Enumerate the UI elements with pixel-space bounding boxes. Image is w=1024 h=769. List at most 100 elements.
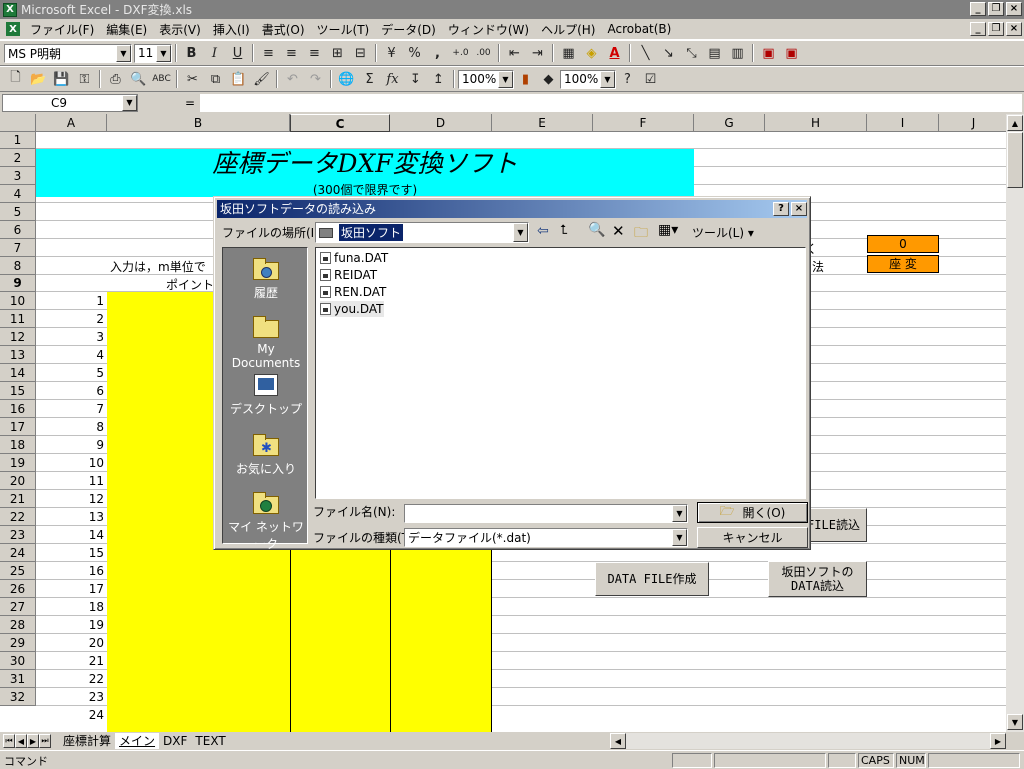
row-header[interactable]: 5 xyxy=(0,203,36,221)
search-web-icon[interactable]: 🔍 xyxy=(588,222,605,238)
line-icon[interactable]: ╲ xyxy=(634,42,657,64)
row-header[interactable]: 1 xyxy=(0,132,36,149)
font-color-icon[interactable]: A xyxy=(603,42,626,64)
paste-icon[interactable]: 📋 xyxy=(227,68,250,90)
column-header-c[interactable]: C xyxy=(290,114,390,132)
hyperlink-icon[interactable]: 🌐 xyxy=(335,68,358,90)
copy-icon[interactable]: ⧉ xyxy=(204,68,227,90)
vertical-scrollbar[interactable]: ▲ ▼ xyxy=(1006,114,1024,732)
row-header[interactable]: 24 xyxy=(0,544,36,562)
menu-insert[interactable]: 挿入(I) xyxy=(207,21,256,38)
row-header[interactable]: 28 xyxy=(0,616,36,634)
comma-button[interactable]: , xyxy=(426,42,449,64)
double-arrow-icon[interactable]: ⤡ xyxy=(680,42,703,64)
scroll-up-icon[interactable]: ▲ xyxy=(1007,115,1023,131)
column-header-j[interactable]: J xyxy=(939,114,1006,132)
row-header[interactable]: 8 xyxy=(0,257,36,275)
scroll-left-icon[interactable]: ◀ xyxy=(610,733,626,749)
tab-main[interactable]: メイン xyxy=(115,733,160,749)
column-header-a[interactable]: A xyxy=(36,114,107,132)
font-size-combo[interactable]: 11 ▼ xyxy=(134,43,172,63)
increase-decimal-icon[interactable]: +.0 xyxy=(449,42,472,64)
textbox-icon[interactable]: ▤ xyxy=(703,42,726,64)
doc-restore-button[interactable]: ❐ xyxy=(988,22,1004,36)
prev-sheet-icon[interactable]: ◀ xyxy=(15,734,27,748)
borders-icon[interactable]: ▦ xyxy=(557,42,580,64)
undo-icon[interactable]: ↶ xyxy=(281,68,304,90)
menu-tools[interactable]: ツール(T) xyxy=(311,21,376,38)
up-folder-icon[interactable]: ⮤ xyxy=(560,223,568,238)
new-folder-icon[interactable]: 🗀 xyxy=(634,222,648,246)
italic-button[interactable]: I xyxy=(203,42,226,64)
help-icon[interactable]: ? xyxy=(616,68,639,90)
file-list[interactable]: funa.DAT REIDAT REN.DAT you.DAT xyxy=(315,247,806,499)
cancel-button[interactable]: キャンセル xyxy=(697,527,808,548)
restore-button[interactable]: ❐ xyxy=(988,2,1004,16)
menu-window[interactable]: ウィンドウ(W) xyxy=(442,21,535,38)
views-icon[interactable]: ▦▾ xyxy=(658,222,678,238)
sort-ascending-icon[interactable]: ↧ xyxy=(404,68,427,90)
new-icon[interactable]: 🗋 xyxy=(4,68,27,90)
print-preview-icon[interactable]: 🔍 xyxy=(127,68,150,90)
pdf-icon[interactable]: ▣ xyxy=(757,42,780,64)
row-header[interactable]: 31 xyxy=(0,670,36,688)
row-header[interactable]: 19 xyxy=(0,454,36,472)
decrease-decimal-icon[interactable]: .00 xyxy=(472,42,495,64)
align-right-icon[interactable]: ≡ xyxy=(303,42,326,64)
print-icon[interactable]: ⎙ xyxy=(104,68,127,90)
row-header[interactable]: 23 xyxy=(0,526,36,544)
chart-wizard-icon[interactable]: ▮ xyxy=(514,68,537,90)
align-center-icon[interactable]: ≡ xyxy=(280,42,303,64)
tab-dxf[interactable]: DXF xyxy=(159,733,191,749)
menu-acrobat[interactable]: Acrobat(B) xyxy=(601,22,677,36)
horizontal-scrollbar[interactable]: ◀ ▶ xyxy=(610,733,1006,749)
file-item[interactable]: you.DAT xyxy=(320,301,384,317)
row-header[interactable]: 32 xyxy=(0,688,36,706)
merge-cells-icon[interactable]: ⊟ xyxy=(349,42,372,64)
function-button[interactable]: fx xyxy=(381,68,404,90)
align-left-icon[interactable]: ≡ xyxy=(257,42,280,64)
redo-icon[interactable]: ↷ xyxy=(304,68,327,90)
row-header[interactable]: 9 xyxy=(0,275,36,292)
sakata-data-read-button[interactable]: 坂田ソフトの DATA読込 xyxy=(768,561,867,597)
row-header[interactable]: 27 xyxy=(0,598,36,616)
file-item[interactable]: REN.DAT xyxy=(320,284,386,300)
tab-text[interactable]: TEXT xyxy=(191,733,229,749)
currency-icon[interactable]: ¥ xyxy=(380,42,403,64)
doc-minimize-button[interactable]: _ xyxy=(970,22,986,36)
sort-descending-icon[interactable]: ↥ xyxy=(427,68,450,90)
drawing-icon[interactable]: ◆ xyxy=(537,68,560,90)
spelling-icon[interactable]: ABC xyxy=(150,68,173,90)
row-header[interactable]: 3 xyxy=(0,167,36,185)
minimize-button[interactable]: _ xyxy=(970,2,986,16)
font-name-combo[interactable]: MS P明朝 ▼ xyxy=(4,43,132,63)
column-header-f[interactable]: F xyxy=(593,114,694,132)
file-item[interactable]: funa.DAT xyxy=(320,250,388,266)
dialog-close-button[interactable]: × xyxy=(791,202,807,216)
zoom-combo[interactable]: 100% ▼ xyxy=(458,69,514,89)
place-history[interactable]: 履歴 xyxy=(223,258,309,301)
column-header-h[interactable]: H xyxy=(765,114,867,132)
last-sheet-icon[interactable]: ⏭ xyxy=(39,734,51,748)
place-my-documents[interactable]: My Documents xyxy=(223,316,309,370)
fill-color-icon[interactable]: ◈ xyxy=(580,42,603,64)
increase-indent-icon[interactable]: ⇥ xyxy=(526,42,549,64)
back-icon[interactable]: ⇦ xyxy=(537,223,549,239)
place-my-network[interactable]: マイ ネットワーク xyxy=(223,492,309,552)
row-header[interactable]: 25 xyxy=(0,562,36,580)
open-button[interactable]: 🗁 開く(O) xyxy=(697,502,808,523)
tab-zahyo-keisan[interactable]: 座標計算 xyxy=(59,733,115,749)
save-icon[interactable]: 💾 xyxy=(50,68,73,90)
permission-icon[interactable]: ⚿ xyxy=(73,68,96,90)
merge-center-icon[interactable]: ⊞ xyxy=(326,42,349,64)
row-header[interactable]: 16 xyxy=(0,400,36,418)
underline-button[interactable]: U xyxy=(226,42,249,64)
bold-button[interactable]: B xyxy=(180,42,203,64)
column-header-e[interactable]: E xyxy=(492,114,593,132)
checkbox-icon[interactable]: ☑ xyxy=(639,68,662,90)
filetype-combo[interactable]: データファイル(*.dat) ▼ xyxy=(404,528,688,547)
next-sheet-icon[interactable]: ▶ xyxy=(27,734,39,748)
tools-menu[interactable]: ツール(L) ▾ xyxy=(692,224,754,241)
chart-icon[interactable]: ▥ xyxy=(726,42,749,64)
name-box[interactable]: C9 ▼ xyxy=(2,94,138,112)
